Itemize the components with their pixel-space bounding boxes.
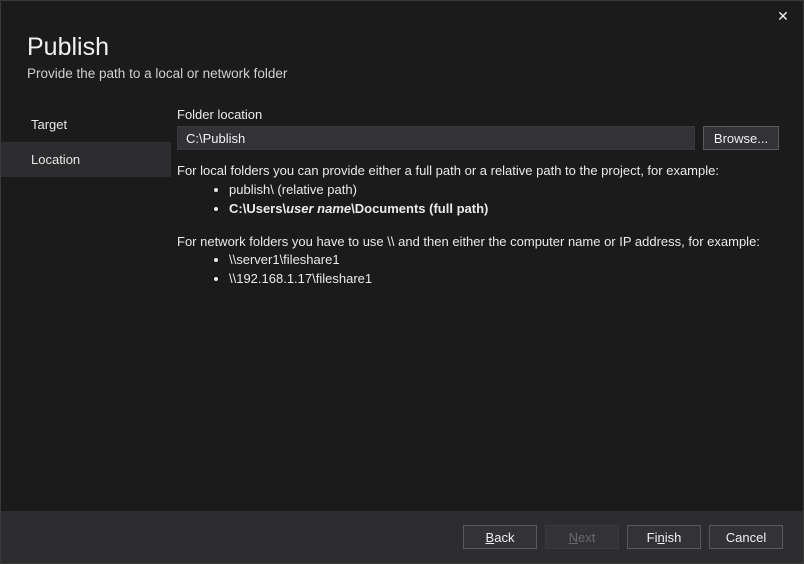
cancel-button[interactable]: Cancel xyxy=(709,525,783,549)
dialog-header: Publish Provide the path to a local or n… xyxy=(1,1,803,85)
close-icon[interactable]: ✕ xyxy=(768,4,798,28)
step-location[interactable]: Location xyxy=(1,142,171,177)
help-net-intro: For network folders you have to use \\ a… xyxy=(177,233,779,252)
dialog-body: Target Location Folder location Browse..… xyxy=(1,85,803,483)
back-button[interactable]: Back xyxy=(463,525,537,549)
help-net-ex2: \\192.168.1.17\fileshare1 xyxy=(229,270,779,289)
folder-location-input[interactable] xyxy=(177,126,695,150)
help-local-intro: For local folders you can provide either… xyxy=(177,162,779,181)
main-panel: Folder location Browse... For local fold… xyxy=(171,107,803,483)
finish-button[interactable]: Finish xyxy=(627,525,701,549)
dialog-title: Publish xyxy=(27,33,779,62)
help-local-ex2: C:\Users\user name\Documents (full path) xyxy=(229,200,779,219)
folder-location-row: Browse... xyxy=(177,126,779,150)
dialog-subtitle: Provide the path to a local or network f… xyxy=(27,66,779,81)
folder-location-label: Folder location xyxy=(177,107,779,122)
help-text: For local folders you can provide either… xyxy=(177,162,779,289)
publish-dialog: ✕ Publish Provide the path to a local or… xyxy=(0,0,804,564)
next-button: Next xyxy=(545,525,619,549)
help-local-ex1: publish\ (relative path) xyxy=(229,181,779,200)
help-net-ex1: \\server1\fileshare1 xyxy=(229,251,779,270)
browse-button[interactable]: Browse... xyxy=(703,126,779,150)
step-target[interactable]: Target xyxy=(1,107,171,142)
wizard-steps: Target Location xyxy=(1,107,171,483)
wizard-footer: Back Next Finish Cancel xyxy=(1,511,803,563)
